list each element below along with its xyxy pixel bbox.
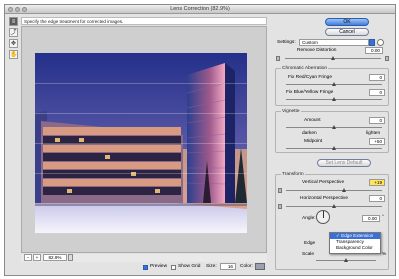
hint-bar: Specify the edge treatment for corrected… — [21, 17, 267, 25]
zoom-out-button[interactable]: − — [24, 254, 32, 261]
zoom-level-field[interactable]: 82.9% — [43, 254, 67, 261]
blue-yellow-slider[interactable] — [286, 97, 382, 101]
transform-group: Transform Vertical Perspective +19 Horiz… — [275, 172, 389, 270]
angle-dial-needle — [323, 211, 324, 218]
slider-knob[interactable] — [332, 125, 336, 129]
zoom-in-button[interactable]: + — [33, 254, 41, 261]
slider-knob[interactable] — [344, 258, 348, 262]
remove-distortion-label: Remove Distortion — [297, 48, 337, 53]
vertical-perspective-left-icon — [278, 188, 282, 193]
vignette-amount-field[interactable]: 0 — [369, 117, 385, 124]
set-lens-default-button[interactable]: Set Lens Default — [317, 159, 371, 167]
horizontal-perspective-label: Horizontal Perspective — [300, 196, 348, 201]
edge-dropdown-menu[interactable]: ✓ Edge Extension Transparency Background… — [329, 232, 381, 254]
grid-color-label: Color: — [240, 264, 253, 269]
vignette-amount-label: Amount — [304, 118, 321, 123]
scale-slider[interactable] — [316, 258, 376, 262]
vertical-perspective-label: Vertical Perspective — [302, 180, 345, 185]
cancel-button[interactable]: Cancel — [325, 28, 369, 36]
pincushion-icon — [276, 56, 280, 61]
straighten-tool-icon[interactable]: ⤴ — [9, 28, 18, 37]
angle-label: Angle: — [302, 216, 316, 221]
chromatic-aberration-group: Chromatic Aberration Fix Red/Cyan Fringe… — [275, 66, 389, 106]
preview-canvas[interactable] — [21, 26, 267, 253]
minimize-window-icon[interactable] — [15, 7, 20, 12]
vertical-perspective-field[interactable]: +19 — [369, 179, 385, 186]
slider-knob[interactable] — [332, 97, 336, 101]
red-cyan-slider[interactable] — [286, 82, 382, 86]
barrel-icon — [385, 56, 389, 61]
slider-knob[interactable] — [331, 56, 335, 60]
options-bar: Preview Show Grid Size: 16 Color: — [21, 263, 267, 273]
scale-unit: % — [382, 252, 387, 257]
lighten-label: lighten — [366, 131, 381, 136]
slider-knob[interactable] — [342, 188, 346, 192]
close-window-icon[interactable] — [8, 7, 13, 12]
vignette-midpoint-slider[interactable] — [286, 146, 382, 150]
angle-dial[interactable] — [316, 210, 330, 224]
horizontal-perspective-left-icon — [278, 204, 282, 209]
darken-label: darken — [302, 131, 317, 136]
chromatic-aberration-title: Chromatic Aberration — [281, 66, 329, 71]
settings-label: Settings: — [277, 40, 296, 45]
vignette-group: Vignette Amount 0 darken lighten Midpoin… — [275, 109, 389, 153]
edge-option-background-color[interactable]: Background Color — [330, 245, 380, 251]
grid-line — [35, 173, 247, 174]
grid-line — [35, 113, 247, 114]
vertical-perspective-slider[interactable] — [286, 188, 382, 192]
grid-size-field[interactable]: 16 — [220, 263, 236, 270]
zoom-dropdown-icon[interactable] — [68, 254, 73, 261]
ok-button[interactable]: OK — [325, 18, 369, 26]
zoom-window-icon[interactable] — [22, 7, 27, 12]
show-grid-checkbox[interactable] — [171, 265, 176, 270]
settings-menu-icon[interactable] — [377, 39, 384, 46]
slider-knob[interactable] — [332, 204, 336, 208]
blue-yellow-label: Fix Blue/Yellow Fringe — [286, 90, 334, 95]
grid-color-swatch[interactable] — [255, 263, 265, 270]
remove-distortion-field[interactable]: 0.00 — [365, 47, 383, 54]
show-grid-label: Show Grid — [178, 264, 201, 269]
edge-label: Edge — [304, 241, 316, 246]
transform-title: Transform — [281, 172, 305, 177]
horizontal-perspective-field[interactable]: 0 — [369, 195, 385, 202]
grid-line — [35, 203, 247, 204]
title-bar: Lens Correction (82.9%) — [5, 5, 395, 14]
vignette-title: Vignette — [281, 109, 301, 114]
tool-palette: ≡ ⤴ ✥ ✋ — [9, 17, 19, 65]
remove-distortion-tool-icon[interactable]: ≡ — [9, 17, 18, 26]
red-cyan-field[interactable]: 0 — [369, 74, 385, 81]
move-grid-tool-icon[interactable]: ✥ — [9, 39, 18, 48]
angle-field[interactable]: 0.00 — [362, 215, 380, 222]
blue-yellow-field[interactable]: 0 — [369, 89, 385, 96]
preview-checkbox[interactable] — [143, 265, 148, 270]
grid-line — [35, 83, 247, 84]
angle-unit: ° — [382, 215, 384, 220]
grid-line — [35, 143, 247, 144]
grid-size-label: Size: — [206, 264, 217, 269]
slider-knob[interactable] — [332, 82, 336, 86]
vignette-midpoint-field[interactable]: +50 — [369, 138, 385, 145]
scale-label: Scale — [302, 252, 314, 257]
preview-image — [35, 53, 247, 233]
vignette-midpoint-label: Midpoint — [304, 139, 323, 144]
settings-select[interactable]: Custom — [299, 39, 369, 46]
slider-knob[interactable] — [332, 146, 336, 150]
vignette-amount-slider[interactable] — [286, 125, 382, 129]
preview-label: Preview — [150, 264, 168, 269]
red-cyan-label: Fix Red/Cyan Fringe — [288, 75, 332, 80]
window-title: Lens Correction (82.9%) — [170, 6, 230, 12]
remove-distortion-slider[interactable] — [285, 56, 381, 60]
settings-dropdown-icon[interactable] — [369, 39, 375, 46]
zoom-bar: − + 82.9% — [21, 254, 267, 262]
hand-tool-icon[interactable]: ✋ — [9, 50, 18, 59]
horizontal-perspective-slider[interactable] — [286, 204, 382, 208]
